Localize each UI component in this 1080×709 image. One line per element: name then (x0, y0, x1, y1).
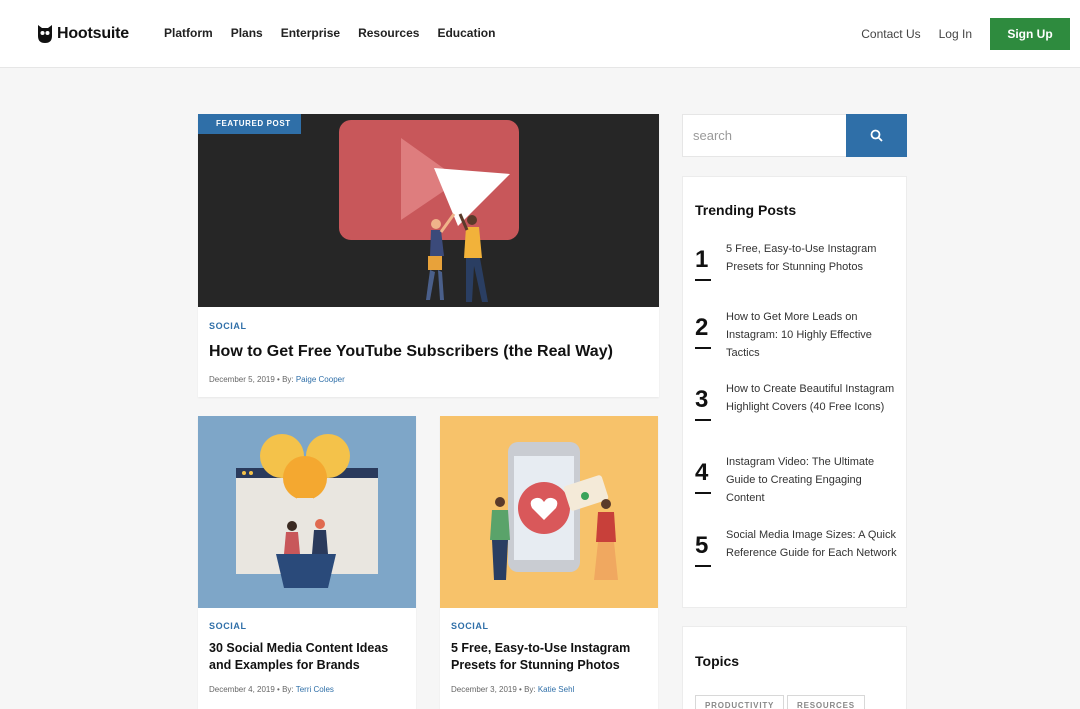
main-nav: Platform Plans Enterprise Resources Educ… (164, 26, 495, 40)
owl-logo-icon (38, 25, 52, 43)
post-date: December 5, 2019 • By: (209, 375, 296, 384)
topic-tag-productivity[interactable]: PRODUCTIVITY (695, 695, 785, 709)
account-nav: Contact Us Log In Sign Up (861, 0, 1080, 68)
post-title[interactable]: How to Get Free YouTube Subscribers (the… (209, 343, 613, 361)
post-meta: December 4, 2019 • By: Terri Coles (209, 685, 334, 694)
topics-heading: Topics (695, 653, 740, 669)
nav-item-resources[interactable]: Resources (358, 26, 419, 40)
instagram-heart-illustration (490, 442, 618, 580)
post-author-link[interactable]: Katie Sehl (538, 685, 574, 694)
topic-tag-resources[interactable]: RESOURCES (787, 695, 865, 709)
trending-rank: 4 (695, 460, 711, 494)
trending-title-link[interactable]: 5 Free, Easy-to-Use Instagram Presets fo… (726, 240, 901, 276)
featured-post-badge: FEATURED POST (198, 114, 301, 134)
featured-post-image[interactable]: FEATURED POST (198, 114, 659, 307)
nav-item-education[interactable]: Education (437, 26, 495, 40)
post-category[interactable]: SOCIAL (451, 621, 489, 631)
search-button[interactable] (846, 114, 907, 157)
post-meta: December 3, 2019 • By: Katie Sehl (451, 685, 574, 694)
post-category[interactable]: SOCIAL (209, 321, 247, 331)
post-category[interactable]: SOCIAL (209, 621, 247, 631)
post-image[interactable] (198, 416, 416, 608)
youtube-illustration (339, 120, 519, 302)
post-card[interactable]: SOCIAL 30 Social Media Content Ideas and… (198, 416, 416, 709)
trending-rank: 3 (695, 387, 711, 421)
post-title[interactable]: 30 Social Media Content Ideas and Exampl… (209, 640, 409, 674)
search-input[interactable] (682, 114, 846, 157)
trending-heading: Trending Posts (695, 202, 797, 218)
contact-us-link[interactable]: Contact Us (861, 27, 920, 41)
nav-item-plans[interactable]: Plans (231, 26, 263, 40)
trending-rank: 2 (695, 315, 711, 349)
trending-title-link[interactable]: Instagram Video: The Ultimate Guide to C… (726, 453, 901, 507)
featured-post-card[interactable]: FEATURED POST SOCIAL How to Get Free You… (198, 114, 659, 397)
search-box (682, 114, 907, 157)
post-date: December 3, 2019 • By: (451, 685, 538, 694)
logo-text: Hootsuite (57, 25, 129, 42)
trending-title-link[interactable]: How to Get More Leads on Instagram: 10 H… (726, 308, 901, 362)
lightbulb-illustration (236, 434, 378, 588)
nav-item-enterprise[interactable]: Enterprise (281, 26, 340, 40)
post-author-link[interactable]: Paige Cooper (296, 375, 345, 384)
post-card[interactable]: SOCIAL 5 Free, Easy-to-Use Instagram Pre… (440, 416, 658, 709)
post-image[interactable] (440, 416, 658, 608)
trending-rank: 5 (695, 533, 711, 567)
post-author-link[interactable]: Terri Coles (296, 685, 334, 694)
log-in-link[interactable]: Log In (939, 27, 972, 41)
trending-rank: 1 (695, 247, 711, 281)
trending-title-link[interactable]: How to Create Beautiful Instagram Highli… (726, 380, 901, 416)
search-icon (870, 129, 883, 142)
post-date: December 4, 2019 • By: (209, 685, 296, 694)
hootsuite-logo[interactable]: Hootsuite (37, 24, 129, 44)
topics-panel: Topics PRODUCTIVITY RESOURCES (682, 626, 907, 709)
sign-up-button[interactable]: Sign Up (990, 18, 1070, 50)
post-title[interactable]: 5 Free, Easy-to-Use Instagram Presets fo… (451, 640, 651, 674)
nav-item-platform[interactable]: Platform (164, 26, 213, 40)
trending-title-link[interactable]: Social Media Image Sizes: A Quick Refere… (726, 526, 901, 562)
post-meta: December 5, 2019 • By: Paige Cooper (209, 375, 345, 384)
trending-posts-panel: Trending Posts 1 5 Free, Easy-to-Use Ins… (682, 176, 907, 608)
top-navigation-bar: Hootsuite Platform Plans Enterprise Reso… (0, 0, 1080, 68)
